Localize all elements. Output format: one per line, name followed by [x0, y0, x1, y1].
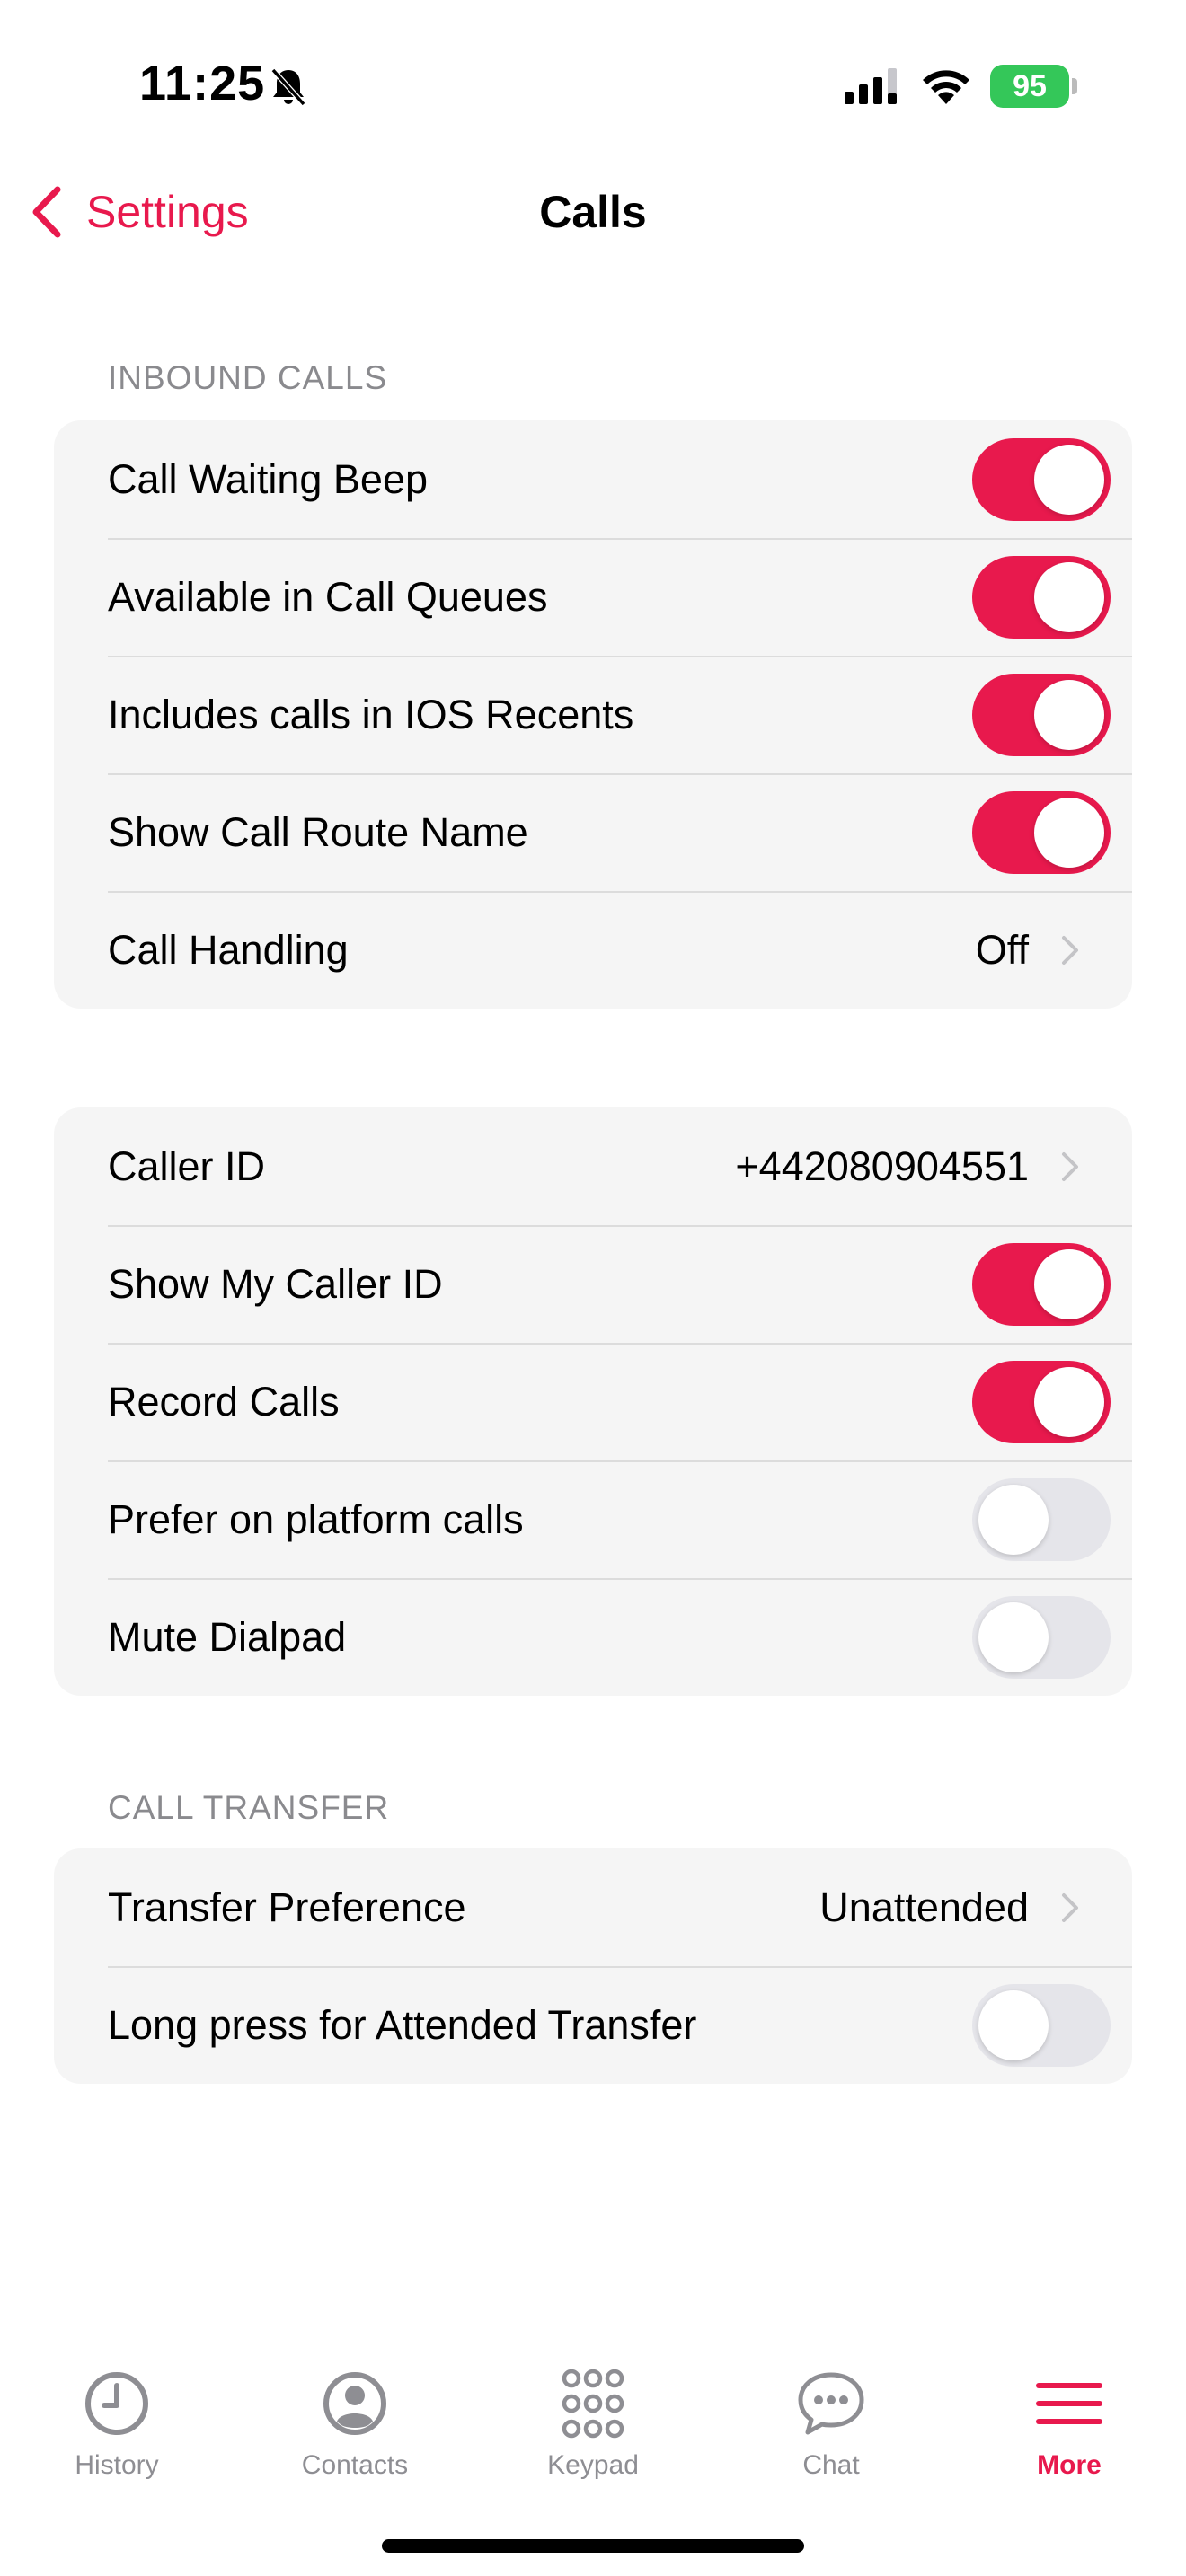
home-indicator[interactable]: [382, 2539, 804, 2553]
tab-more[interactable]: More: [979, 2335, 1159, 2488]
record-calls-row: Record Calls: [54, 1343, 1132, 1460]
battery-level: 95: [1013, 69, 1047, 103]
call-waiting-beep-row: Call Waiting Beep: [54, 420, 1132, 538]
chevron-right-icon: [1062, 1151, 1078, 1181]
tab-contacts-label: Contacts: [301, 2450, 409, 2480]
section-header-inbound: INBOUND CALLS: [108, 359, 388, 396]
inbound-calls-group: Call Waiting Beep Available in Call Queu…: [54, 420, 1132, 1009]
mute-dialpad-label: Mute Dialpad: [108, 1613, 347, 1660]
mute-dialpad-toggle[interactable]: [972, 1595, 1111, 1679]
cellular-signal-icon: [845, 68, 897, 104]
call-transfer-group: Transfer Preference Unattended Long pres…: [54, 1848, 1132, 2084]
section-header-transfer: CALL TRANSFER: [108, 1789, 390, 1826]
record-calls-label: Record Calls: [108, 1378, 340, 1425]
prefer-platform-row: Prefer on platform calls: [54, 1460, 1132, 1578]
chevron-right-icon: [1062, 935, 1078, 965]
show-caller-id-toggle[interactable]: [972, 1242, 1111, 1326]
tab-contacts[interactable]: Contacts: [265, 2335, 445, 2488]
caller-id-row[interactable]: Caller ID +442080904551: [54, 1107, 1132, 1225]
tab-chat[interactable]: Chat: [741, 2335, 921, 2488]
caller-id-label: Caller ID: [108, 1142, 266, 1189]
status-time: 11:25: [139, 57, 266, 110]
ios-recents-toggle[interactable]: [972, 673, 1111, 756]
ios-recents-row: Includes calls in IOS Recents: [54, 656, 1132, 773]
transfer-preference-value: Unattended: [819, 1883, 1029, 1930]
wifi-icon: [923, 70, 969, 104]
tab-bar: History Contacts Keypad Chat More: [0, 2335, 1186, 2515]
caller-id-value: +442080904551: [735, 1142, 1029, 1189]
long-press-transfer-row: Long press for Attended Transfer: [54, 1966, 1132, 2084]
page-title: Calls: [539, 187, 647, 237]
caller-settings-group: Caller ID +442080904551 Show My Caller I…: [54, 1107, 1132, 1696]
tab-history-label: History: [75, 2450, 159, 2480]
show-route-name-label: Show Call Route Name: [108, 808, 528, 855]
call-handling-value: Off: [975, 926, 1029, 973]
tab-history[interactable]: History: [27, 2335, 207, 2488]
long-press-transfer-label: Long press for Attended Transfer: [108, 2001, 697, 2048]
keypad-icon: [562, 2369, 624, 2439]
tab-more-label: More: [1037, 2450, 1102, 2480]
mute-dialpad-row: Mute Dialpad: [54, 1578, 1132, 1696]
transfer-preference-label: Transfer Preference: [108, 1883, 466, 1930]
chevron-right-icon: [1062, 1892, 1078, 1922]
show-route-name-toggle[interactable]: [972, 790, 1111, 874]
long-press-transfer-toggle[interactable]: [972, 1983, 1111, 2067]
show-route-name-row: Show Call Route Name: [54, 773, 1132, 891]
chat-bubble-icon: [798, 2372, 864, 2435]
call-handling-label: Call Handling: [108, 926, 349, 973]
record-calls-toggle[interactable]: [972, 1360, 1111, 1443]
call-waiting-beep-label: Call Waiting Beep: [108, 455, 429, 502]
bell-muted-icon: [270, 67, 306, 107]
available-in-queues-row: Available in Call Queues: [54, 538, 1132, 656]
status-bar: 11:25 95: [0, 0, 1186, 171]
show-caller-id-row: Show My Caller ID: [54, 1225, 1132, 1343]
person-icon: [323, 2372, 386, 2435]
available-in-queues-toggle[interactable]: [972, 555, 1111, 639]
transfer-preference-row[interactable]: Transfer Preference Unattended: [54, 1848, 1132, 1966]
show-caller-id-label: Show My Caller ID: [108, 1260, 443, 1307]
tab-keypad-label: Keypad: [547, 2450, 639, 2480]
tab-keypad[interactable]: Keypad: [503, 2335, 683, 2488]
call-waiting-beep-toggle[interactable]: [972, 437, 1111, 521]
ios-recents-label: Includes calls in IOS Recents: [108, 691, 634, 737]
call-handling-row[interactable]: Call Handling Off: [54, 891, 1132, 1009]
prefer-platform-toggle[interactable]: [972, 1478, 1111, 1561]
prefer-platform-label: Prefer on platform calls: [108, 1495, 524, 1542]
available-in-queues-label: Available in Call Queues: [108, 573, 548, 620]
tab-chat-label: Chat: [802, 2450, 860, 2480]
battery-icon: 95: [990, 65, 1077, 108]
clock-icon: [85, 2372, 148, 2435]
hamburger-menu-icon: [1036, 2383, 1102, 2424]
